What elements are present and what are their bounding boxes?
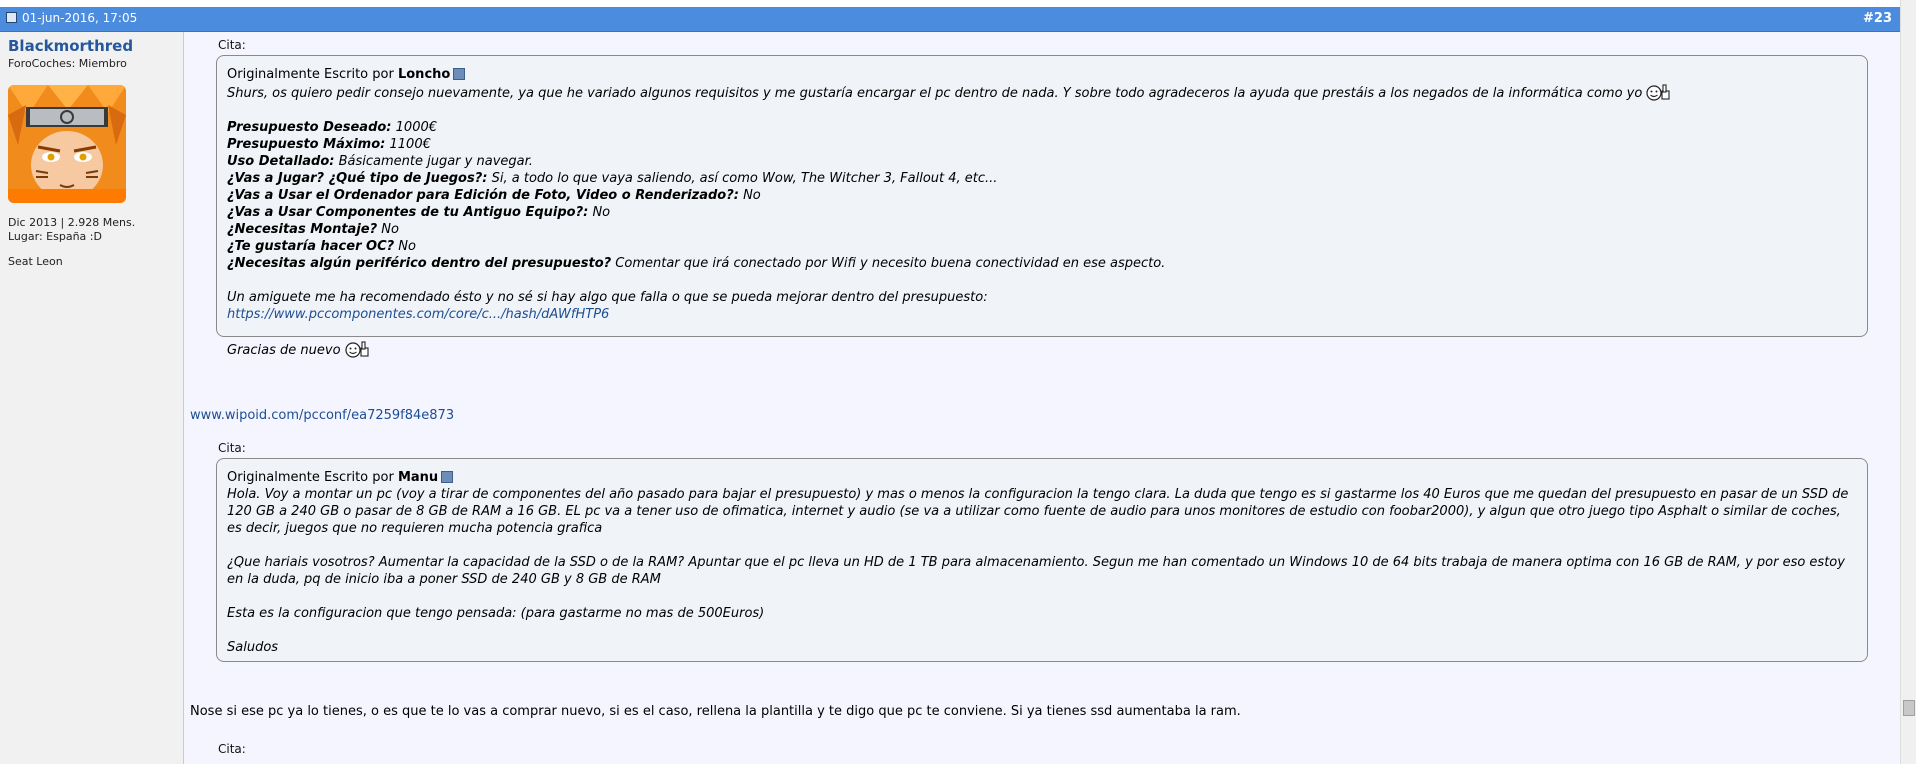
field-row: ¿Necesitas Montaje? No bbox=[227, 222, 399, 237]
thanks-text: Gracias de nuevo bbox=[227, 343, 341, 358]
quote-label: Cita: bbox=[218, 441, 246, 455]
post-header-bar: 01-jun-2016, 17:05 #23 bbox=[0, 7, 1900, 32]
reply-text: Nose si ese pc ya lo tienes, o es que te… bbox=[190, 704, 1241, 719]
user-location: Lugar: España :D bbox=[8, 230, 102, 243]
thumbs-up-smiley-icon bbox=[345, 341, 369, 358]
quote-author: Manu bbox=[397, 470, 439, 485]
quote-box: Originalmente Escrito por Loncho Shurs, … bbox=[216, 55, 1868, 358]
field-row: Presupuesto Máximo: 1100€ bbox=[227, 137, 431, 152]
quote-author-line: Originalmente Escrito por Loncho bbox=[227, 66, 1857, 83]
written-by-label: Originalmente Escrito por bbox=[227, 67, 394, 82]
quote-label: Cita: bbox=[218, 38, 246, 52]
avatar[interactable] bbox=[8, 85, 126, 203]
quote-paragraph: Saludos bbox=[227, 640, 279, 655]
field-row: Uso Detallado: Básicamente jugar y naveg… bbox=[227, 154, 533, 169]
written-by-label: Originalmente Escrito por bbox=[227, 470, 394, 485]
scrollbar-thumb[interactable] bbox=[1903, 700, 1915, 716]
post-icon bbox=[6, 12, 17, 23]
quote-intro: Shurs, os quiero pedir consejo nuevament… bbox=[227, 86, 1643, 101]
quote-text: Shurs, os quiero pedir consejo nuevament… bbox=[227, 83, 1857, 359]
field-row: ¿Vas a Jugar? ¿Qué tipo de Juegos?: Si, … bbox=[227, 171, 998, 186]
field-row: ¿Vas a Usar el Ordenador para Edición de… bbox=[227, 188, 761, 203]
user-signature-car: Seat Leon bbox=[8, 255, 63, 268]
field-row: ¿Necesitas algún periférico dentro del p… bbox=[227, 256, 1166, 271]
user-join-posts: Dic 2013 | 2.928 Mens. bbox=[8, 216, 136, 229]
field-row: ¿Vas a Usar Componentes de tu Antiguo Eq… bbox=[227, 205, 611, 220]
page-scrollbar[interactable] bbox=[1900, 0, 1916, 764]
wipoid-line: www.wipoid.com/pcconf/ea7259f84e873 bbox=[190, 408, 454, 423]
quote-paragraph: ¿Que hariais vosotros? Aumentar la capac… bbox=[227, 555, 1845, 587]
post-date: 01-jun-2016, 17:05 bbox=[6, 11, 137, 25]
user-info-column: Blackmorthred ForoCoches: Miembro Dic 20… bbox=[0, 32, 184, 764]
quote-text: Hola. Voy a montar un pc (voy a tirar de… bbox=[227, 486, 1857, 656]
quote-author: Loncho bbox=[397, 67, 451, 82]
view-post-icon[interactable] bbox=[453, 68, 466, 80]
quote-label: Cita: bbox=[218, 742, 246, 756]
post-date-text: 01-jun-2016, 17:05 bbox=[22, 11, 138, 25]
quote-paragraph: Esta es la configuracion que tengo pensa… bbox=[227, 606, 765, 621]
pccomponentes-link[interactable]: https://www.pccomponentes.com/core/c.../… bbox=[227, 307, 609, 322]
user-title: ForoCoches: Miembro bbox=[8, 57, 127, 70]
post-number-link[interactable]: #23 bbox=[1863, 11, 1892, 26]
post-content: Cita: Originalmente Escrito por Loncho S… bbox=[184, 32, 1900, 764]
thumbs-up-smiley-icon bbox=[1646, 84, 1671, 101]
quote-box: Originalmente Escrito por Manu Hola. Voy… bbox=[216, 458, 1868, 662]
quote-paragraph: Hola. Voy a montar un pc (voy a tirar de… bbox=[227, 487, 1849, 536]
wipoid-link[interactable]: www.wipoid.com/pcconf/ea7259f84e873 bbox=[190, 408, 454, 423]
friend-recommend-text: Un amiguete me ha recomendado ésto y no … bbox=[227, 290, 988, 305]
field-row: ¿Te gustaría hacer OC? No bbox=[227, 239, 416, 254]
field-row: Presupuesto Deseado: 1000€ bbox=[227, 120, 438, 135]
username-link[interactable]: Blackmorthred bbox=[8, 37, 133, 55]
quote-author-line: Originalmente Escrito por Manu bbox=[227, 469, 1857, 486]
view-post-icon[interactable] bbox=[441, 471, 454, 483]
